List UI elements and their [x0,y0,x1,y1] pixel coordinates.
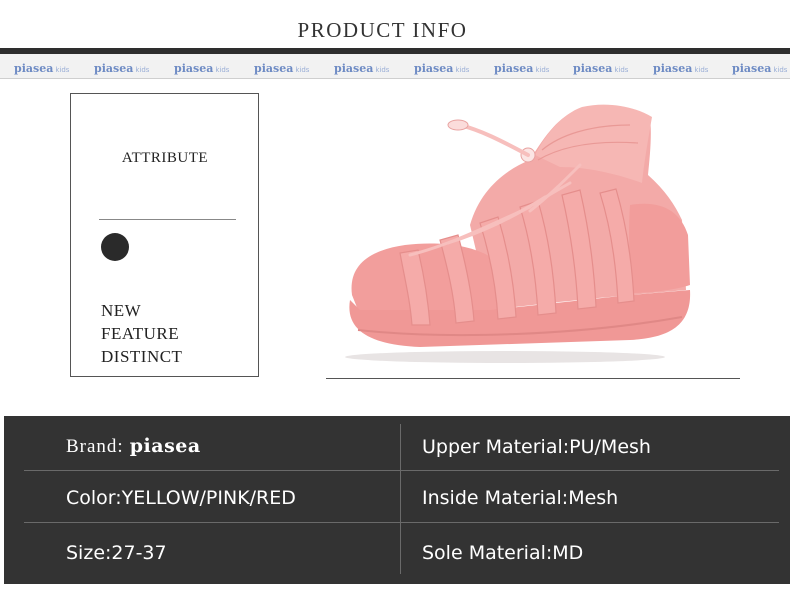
specs-row-divider [24,522,779,523]
sole-material-cell: Sole Material:MD [422,542,584,564]
bullet-dot-icon [101,233,129,261]
upper-material-cell: Upper Material:PU/Mesh [422,436,651,458]
attribute-title: ATTRIBUTE [121,150,209,166]
brand-logo-repeat: piasea kids [494,62,550,75]
page-title: PRODUCT INFO [297,18,468,42]
brand-cell: Brand: piasea [66,435,201,458]
brand-logo-repeat: piasea kids [573,62,629,75]
brand-logo-strip: piasea kids piasea kids piasea kids piasea k… [0,54,790,78]
product-shoe-image [345,104,691,363]
brand-logo-repeat: piasea kids [254,62,310,75]
brand-logo-repeat: piasea kids [732,62,788,75]
feature-line-feature: FEATURE [101,324,180,343]
attribute-divider [99,219,236,220]
specs-column-divider [400,424,401,574]
feature-line-distinct: DISTINCT [101,347,183,366]
brand-logo-repeat: piasea kids [94,62,150,75]
specs-table: Brand: piasea Upper Material:PU/Mesh Col… [4,416,790,584]
brand-logo-repeat: piasea kids [14,62,70,75]
color-cell: Color:YELLOW/PINK/RED [66,487,296,509]
feature-line-new: NEW [101,301,142,320]
brand-logo-repeat: piasea kids [174,62,230,75]
strip-divider [0,78,790,79]
attribute-card: ATTRIBUTE NEW FEATURE DISTINCT [70,93,259,377]
brand-logo-repeat: piasea kids [414,62,470,75]
image-baseline [326,378,740,379]
brand-label: Brand: [66,436,124,457]
specs-row-divider [24,470,779,471]
header-bar: PRODUCT INFO [0,0,790,48]
inside-material-cell: Inside Material:Mesh [422,487,619,509]
size-cell: Size:27-37 [66,542,167,564]
brand-logo: piasea [129,435,201,457]
brand-logo-repeat: piasea kids [653,62,709,75]
brand-logo-repeat: piasea kids [334,62,390,75]
